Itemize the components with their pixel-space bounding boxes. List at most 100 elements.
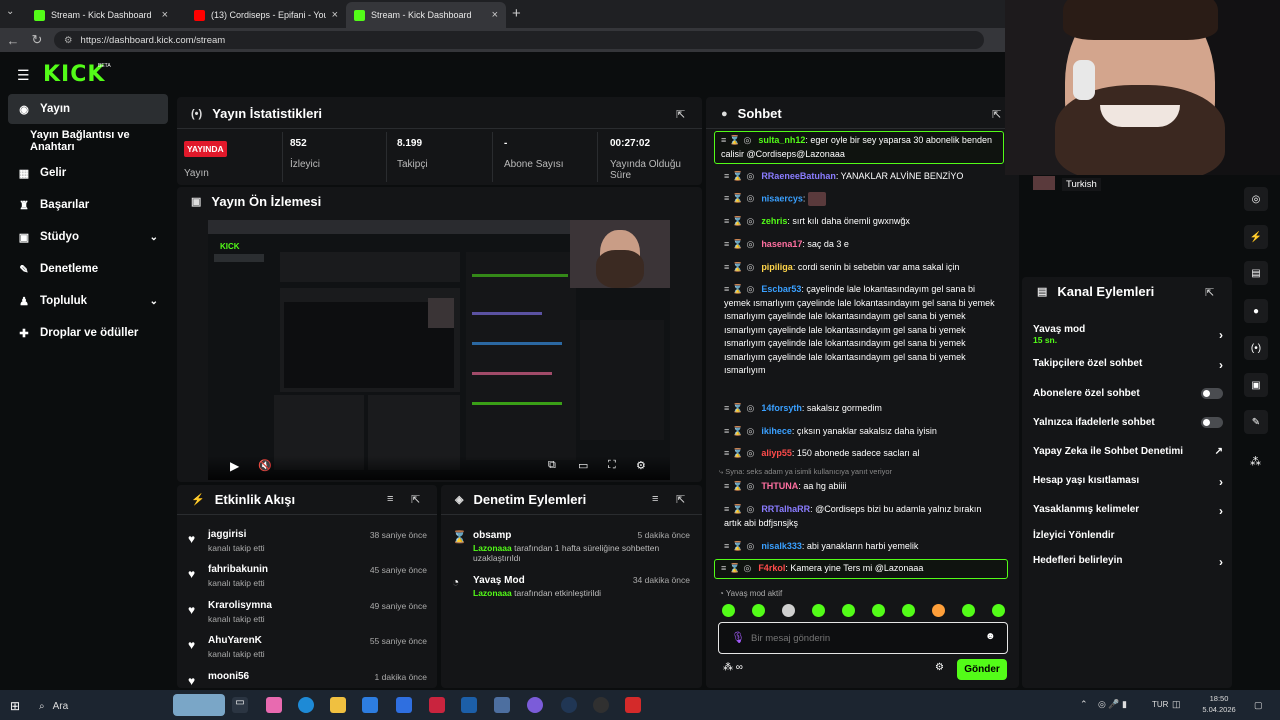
sidebar-item-topluluk[interactable]: ♟ Topluluk ⌄	[8, 286, 168, 316]
actions-icon[interactable]: ▣	[1244, 373, 1268, 397]
mod-tools-icon[interactable]: ≡⌛◎	[721, 135, 754, 145]
obs-icon[interactable]	[593, 697, 609, 713]
expand-icon[interactable]: ⇱	[676, 108, 685, 121]
chat-message[interactable]: ≡⌛◎ F4rkol: Kamera yine Ters mi @Lazonaaa	[714, 559, 1008, 579]
language-indicator[interactable]: TUR	[1152, 700, 1168, 709]
close-tab-icon[interactable]: ×	[332, 9, 338, 21]
kick-logo[interactable]: KICK	[43, 62, 105, 87]
emote-button[interactable]	[932, 604, 945, 617]
wrench-icon[interactable]: ✎	[1244, 410, 1268, 434]
chat-message[interactable]: ≡⌛◎ zehris: sırt kılı daha önemli gwxnwğx	[718, 215, 1008, 229]
chat-message[interactable]: ≡⌛◎ sulta_nh12: eger oyle bir sey yaparsa…	[714, 131, 1004, 164]
settings-app-icon[interactable]	[494, 697, 510, 713]
chat-icon[interactable]: ●	[1244, 299, 1268, 323]
expand-icon[interactable]: ⇱	[411, 493, 420, 506]
sidebar-item-droplar[interactable]: ✚ Droplar ve ödüller	[8, 318, 168, 348]
broadcast-icon[interactable]: (•)	[1244, 336, 1268, 360]
filter-icon[interactable]: ≡	[387, 493, 393, 505]
stream-preview-video[interactable]: KICK ▶ 🔇 ⧉ ▭ ⛶ ⚙	[208, 220, 670, 480]
scene-icon[interactable]: ◎	[1244, 187, 1268, 211]
settings-icon[interactable]: ⚙	[636, 459, 646, 472]
windows-start-icon[interactable]: ⊞	[10, 699, 20, 713]
sidebar-item-studyo[interactable]: ▣ Stüdyo ⌄	[8, 222, 168, 252]
chat-message[interactable]: ≡⌛◎ ikihece: çıksın yanaklar sakalsız dah…	[718, 425, 1008, 439]
sidebar-item-gelir[interactable]: ▦ Gelir	[8, 158, 168, 188]
mod-tools-icon[interactable]: ≡⌛◎	[724, 193, 757, 203]
theater-icon[interactable]: ▭	[578, 459, 588, 472]
pip-icon[interactable]: ⧉	[548, 459, 556, 472]
mod-tools-icon[interactable]: ≡⌛◎	[724, 481, 757, 491]
site-info-icon[interactable]: ⚙	[64, 35, 73, 46]
sidebar-item-denetleme[interactable]: ✎ Denetleme	[8, 254, 168, 284]
mod-tools-icon[interactable]: ≡⌛◎	[724, 284, 757, 294]
action-emotes-only[interactable]: Yalnızca ifadelerle sohbet	[1033, 417, 1223, 428]
sidebar-item-yayin[interactable]: ◉ Yayın	[8, 94, 168, 124]
filter-icon[interactable]: ≡	[652, 493, 658, 505]
tab-youtube[interactable]: (13) Cordiseps - Epifani - YouTube ×	[186, 2, 346, 28]
action-ai-moderation[interactable]: Yapay Zeka ile Sohbet Denetimi ↗	[1033, 446, 1223, 457]
emote-button[interactable]	[842, 604, 855, 617]
weather-widget-image[interactable]	[173, 694, 225, 716]
url-field[interactable]: ⚙ https://dashboard.kick.com/stream	[54, 31, 984, 49]
app-icon[interactable]	[396, 697, 412, 713]
back-icon[interactable]: ←	[6, 33, 20, 48]
steam-icon[interactable]	[561, 697, 577, 713]
mod-tools-icon[interactable]: ≡⌛◎	[724, 171, 757, 181]
bolt-icon[interactable]: ⚡	[1244, 225, 1268, 249]
close-tab-icon[interactable]: ×	[162, 9, 168, 21]
chat-input-box[interactable]: 🎙 ☻	[718, 622, 1008, 654]
mod-tools-icon[interactable]: ≡⌛◎	[721, 563, 754, 573]
emote-button[interactable]	[752, 604, 765, 617]
chat-message[interactable]: ≡⌛◎ nisaercys:	[718, 192, 1008, 206]
close-tab-icon[interactable]: ×	[492, 9, 498, 21]
tab-list-icon[interactable]: ⌄	[6, 6, 22, 22]
taskbar-search[interactable]: ⌕ Ara	[33, 695, 168, 717]
app-icon[interactable]	[527, 697, 543, 713]
chat-message[interactable]: ≡⌛◎ pipiliga: cordi senin bi sebebin var …	[718, 261, 1008, 275]
subscribers-only-toggle[interactable]	[1201, 388, 1223, 399]
emote-button[interactable]	[722, 604, 735, 617]
app-icon[interactable]	[625, 697, 641, 713]
mod-tools-icon[interactable]: ≡⌛◎	[724, 239, 757, 249]
send-button[interactable]: Gönder	[957, 659, 1007, 680]
mute-icon[interactable]: 🔇	[258, 459, 272, 472]
menu-icon[interactable]: ☰	[17, 67, 30, 84]
emote-button[interactable]	[962, 604, 975, 617]
mod-tools-icon[interactable]: ≡⌛◎	[724, 448, 757, 458]
chat-message[interactable]: ≡⌛◎ Escbar53: çayelinde lale lokantasında…	[718, 283, 1000, 378]
action-slow-mode[interactable]: Yavaş mod 15 sn. ›	[1033, 324, 1223, 345]
action-banned-words[interactable]: Yasaklanmış kelimeler ›	[1033, 504, 1223, 518]
chat-message[interactable]: ≡⌛◎ nisalk333: abi yanakların harbi yemel…	[718, 540, 1008, 554]
expand-icon[interactable]: ⇱	[1205, 286, 1214, 299]
edge-icon[interactable]	[298, 697, 314, 713]
chat-message[interactable]: ≡⌛◎ THTUNA: aa hg abiiii	[718, 480, 1008, 494]
chat-message[interactable]: ≡⌛◎ RRTalhaRR: @Cordiseps bizi bu adamla …	[718, 503, 1000, 530]
clock[interactable]: 18:50 5.04.2026	[1198, 693, 1240, 715]
chat-message[interactable]: ≡⌛◎ 14forsyth: sakalsız gormedim	[718, 402, 1008, 416]
expand-icon[interactable]: ⇱	[676, 493, 685, 506]
chat-message[interactable]: ≡⌛◎ aliyp55: 150 abonede sadece sacları a…	[718, 447, 1008, 461]
notification-icon[interactable]: ▢	[1254, 700, 1263, 711]
emote-button[interactable]	[782, 604, 795, 617]
expand-icon[interactable]: ⇱	[992, 108, 1001, 121]
emote-button[interactable]	[992, 604, 1005, 617]
mod-tools-icon[interactable]: ≡⌛◎	[724, 541, 757, 551]
user-list-icon[interactable]: ⁂ ∞	[723, 662, 743, 673]
network-icon[interactable]: ◫	[1172, 699, 1181, 710]
app-icon[interactable]	[461, 697, 477, 713]
action-account-age[interactable]: Hesap yaşı kısıtlaması ›	[1033, 475, 1223, 489]
file-explorer-icon[interactable]	[330, 697, 346, 713]
action-subscribers-only[interactable]: Abonelere özel sohbet	[1033, 388, 1223, 399]
tab-kick-dashboard-2[interactable]: Stream - Kick Dashboard ×	[346, 2, 506, 28]
acrobat-icon[interactable]	[429, 697, 445, 713]
mod-tools-icon[interactable]: ≡⌛◎	[724, 426, 757, 436]
sidebar-item-stream-key[interactable]: Yayın Bağlantısı ve Anahtarı	[20, 126, 180, 156]
emote-button[interactable]	[902, 604, 915, 617]
emote-button[interactable]	[812, 604, 825, 617]
emote-button[interactable]	[872, 604, 885, 617]
mod-tools-icon[interactable]: ≡⌛◎	[724, 216, 757, 226]
mod-tools-icon[interactable]: ≡⌛◎	[724, 403, 757, 413]
emoji-icon[interactable]: ☻	[985, 631, 996, 642]
new-tab-button[interactable]: +	[512, 5, 521, 22]
microphone-icon[interactable]: 🎙	[731, 631, 745, 644]
